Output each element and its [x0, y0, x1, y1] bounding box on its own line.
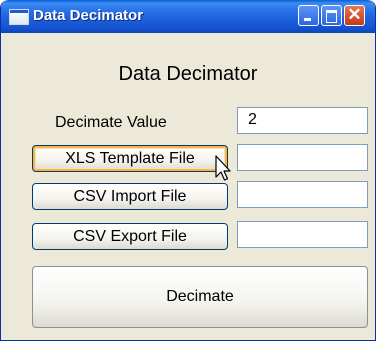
app-window: Data Decimator ✕ Data Decimator Decimate…: [0, 0, 376, 341]
form-heading: Data Decimator: [118, 63, 258, 85]
form-area: Data Decimator Decimate Value 2 XLS Temp…: [1, 33, 375, 340]
window-app-icon: [9, 9, 29, 25]
close-icon: ✕: [347, 5, 362, 24]
mouse-pointer-icon: [215, 155, 231, 181]
decimate-value-input[interactable]: 2: [237, 107, 368, 134]
csv-export-path-input[interactable]: [237, 221, 368, 248]
xls-template-path-input[interactable]: [237, 144, 368, 171]
close-button[interactable]: ✕: [344, 5, 365, 26]
xls-template-button[interactable]: XLS Template File: [32, 145, 228, 172]
csv-import-path-input[interactable]: [237, 181, 368, 208]
title-bar[interactable]: Data Decimator ✕: [1, 0, 375, 33]
minimize-button[interactable]: [298, 5, 319, 26]
decimate-value-label: Decimate Value: [55, 114, 167, 131]
csv-export-button[interactable]: CSV Export File: [32, 223, 228, 250]
maximize-button[interactable]: [321, 5, 342, 26]
decimate-button[interactable]: Decimate: [32, 266, 368, 328]
window-title: Data Decimator: [33, 7, 144, 24]
csv-import-button[interactable]: CSV Import File: [32, 183, 228, 210]
